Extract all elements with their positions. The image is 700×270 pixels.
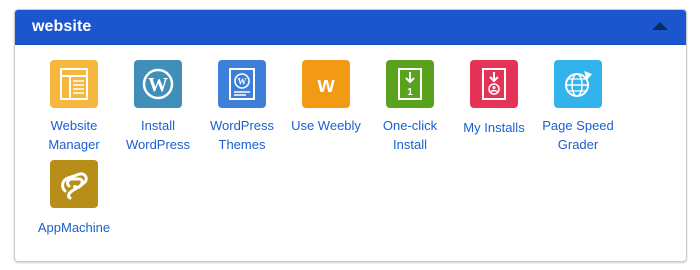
label-line: My Installs: [463, 120, 525, 135]
svg-text:W: W: [238, 77, 247, 87]
label-line: WordPress: [209, 118, 275, 133]
panel-title: website: [32, 18, 92, 35]
panel-header[interactable]: website: [15, 10, 686, 45]
label-line: Manager: [48, 137, 100, 152]
label-line: Install: [393, 137, 427, 152]
one-click-install-icon[interactable]: 1: [386, 60, 434, 108]
label-line: Themes: [218, 137, 266, 152]
label-line: Website: [50, 118, 98, 133]
label-line: Page Speed: [542, 118, 614, 133]
app-label-install-wordpress[interactable]: Install WordPress: [116, 116, 200, 154]
my-installs-icon[interactable]: [470, 60, 518, 108]
svg-text:W: W: [148, 74, 168, 96]
svg-text:w: w: [316, 72, 335, 97]
app-label-page-speed-grader[interactable]: Page Speed Grader: [530, 116, 626, 154]
label-line: Use Weebly: [291, 118, 361, 133]
label-line: One-click: [382, 118, 438, 133]
app-label-my-installs[interactable]: My Installs: [452, 118, 536, 137]
website-manager-icon[interactable]: [50, 60, 98, 108]
appmachine-icon[interactable]: [50, 160, 98, 208]
page-speed-grader-icon[interactable]: [554, 60, 602, 108]
wordpress-icon[interactable]: W: [134, 60, 182, 108]
app-label-use-weebly[interactable]: Use Weebly: [278, 116, 374, 135]
app-label-wordpress-themes[interactable]: WordPress Themes: [194, 116, 290, 154]
label-line: Grader: [557, 137, 599, 152]
app-label-website-manager[interactable]: Website Manager: [32, 116, 116, 154]
app-label-one-click-install[interactable]: One-click Install: [368, 116, 452, 154]
caret-up-icon[interactable]: [652, 22, 668, 30]
label-line: WordPress: [125, 137, 191, 152]
website-panel: website Website Manager W Install WordPr…: [14, 9, 687, 262]
weebly-icon[interactable]: w: [302, 60, 350, 108]
label-line: Install: [141, 118, 175, 133]
svg-text:1: 1: [407, 87, 413, 98]
app-label-appmachine[interactable]: AppMachine: [26, 218, 122, 237]
wordpress-themes-icon[interactable]: W: [218, 60, 266, 108]
label-line: AppMachine: [37, 220, 111, 235]
